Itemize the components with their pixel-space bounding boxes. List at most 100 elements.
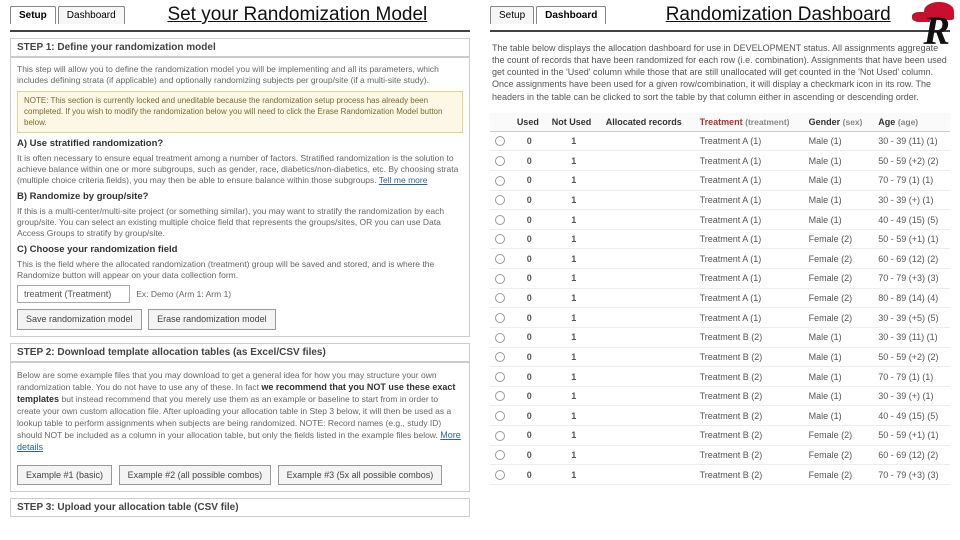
right-panel: R Setup Dashboard Randomization Dashboar… bbox=[480, 0, 960, 540]
row-used: 0 bbox=[512, 445, 547, 465]
row-gender: Male (1) bbox=[804, 327, 874, 347]
row-treatment: Treatment A (1) bbox=[695, 151, 804, 171]
row-notused: 1 bbox=[547, 170, 601, 190]
row-gender: Male (1) bbox=[804, 190, 874, 210]
row-age: 30 - 39 (+) (1) bbox=[873, 386, 950, 406]
example1-button[interactable]: Example #1 (basic) bbox=[17, 465, 112, 485]
tab-dashboard-right[interactable]: Dashboard bbox=[536, 6, 606, 24]
table-row: 01Treatment B (2)Male (1)40 - 49 (15) (5… bbox=[490, 406, 950, 426]
row-allocated bbox=[601, 406, 695, 426]
step1-note: NOTE: This section is currently locked a… bbox=[17, 91, 463, 133]
step1-a-text: It is often necessary to ensure equal tr… bbox=[17, 153, 463, 186]
row-age: 60 - 69 (12) (2) bbox=[873, 249, 950, 269]
row-used: 0 bbox=[512, 151, 547, 171]
table-row: 01Treatment A (1)Female (2)50 - 59 (+1) … bbox=[490, 229, 950, 249]
step2-head: STEP 2: Download template allocation tab… bbox=[10, 343, 470, 362]
right-title: Randomization Dashboard bbox=[606, 4, 950, 26]
th-blank[interactable] bbox=[490, 113, 512, 132]
erase-model-button[interactable]: Erase randomization model bbox=[148, 309, 276, 329]
example2-button[interactable]: Example #2 (all possible combos) bbox=[119, 465, 272, 485]
row-notused: 1 bbox=[547, 347, 601, 367]
th-treatment[interactable]: Treatment (treatment) bbox=[695, 113, 804, 132]
th-allocated[interactable]: Allocated records bbox=[601, 113, 695, 132]
row-radio[interactable] bbox=[490, 327, 512, 347]
save-model-button[interactable]: Save randomization model bbox=[17, 309, 142, 329]
th-notused[interactable]: Not Used bbox=[547, 113, 601, 132]
row-gender: Male (1) bbox=[804, 386, 874, 406]
row-radio[interactable] bbox=[490, 190, 512, 210]
row-notused: 1 bbox=[547, 327, 601, 347]
dashboard-desc: The table below displays the allocation … bbox=[490, 38, 950, 107]
row-allocated bbox=[601, 327, 695, 347]
row-age: 50 - 59 (+2) (2) bbox=[873, 347, 950, 367]
row-treatment: Treatment A (1) bbox=[695, 288, 804, 308]
row-used: 0 bbox=[512, 190, 547, 210]
row-treatment: Treatment B (2) bbox=[695, 347, 804, 367]
table-row: 01Treatment A (1)Male (1)40 - 49 (15) (5… bbox=[490, 210, 950, 230]
row-treatment: Treatment A (1) bbox=[695, 269, 804, 289]
tab-setup-left[interactable]: Setup bbox=[10, 6, 56, 24]
tab-dashboard-left[interactable]: Dashboard bbox=[58, 6, 125, 24]
row-treatment: Treatment A (1) bbox=[695, 190, 804, 210]
tab-setup-right[interactable]: Setup bbox=[490, 6, 534, 24]
row-gender: Male (1) bbox=[804, 151, 874, 171]
row-notused: 1 bbox=[547, 288, 601, 308]
row-radio[interactable] bbox=[490, 308, 512, 328]
row-treatment: Treatment A (1) bbox=[695, 131, 804, 151]
row-radio[interactable] bbox=[490, 406, 512, 426]
row-notused: 1 bbox=[547, 426, 601, 446]
row-radio[interactable] bbox=[490, 151, 512, 171]
row-treatment: Treatment A (1) bbox=[695, 170, 804, 190]
row-radio[interactable] bbox=[490, 131, 512, 151]
row-radio[interactable] bbox=[490, 288, 512, 308]
row-age: 80 - 89 (14) (4) bbox=[873, 288, 950, 308]
th-age[interactable]: Age (age) bbox=[873, 113, 950, 132]
row-gender: Female (2) bbox=[804, 229, 874, 249]
row-gender: Female (2) bbox=[804, 445, 874, 465]
row-radio[interactable] bbox=[490, 170, 512, 190]
row-radio[interactable] bbox=[490, 445, 512, 465]
th-used[interactable]: Used bbox=[512, 113, 547, 132]
row-allocated bbox=[601, 308, 695, 328]
row-gender: Female (2) bbox=[804, 308, 874, 328]
row-used: 0 bbox=[512, 170, 547, 190]
table-row: 01Treatment B (2)Female (2)60 - 69 (12) … bbox=[490, 445, 950, 465]
tell-me-more-link[interactable]: Tell me more bbox=[379, 175, 428, 185]
table-row: 01Treatment B (2)Female (2)70 - 79 (+3) … bbox=[490, 465, 950, 485]
left-panel: Setup Dashboard Set your Randomization M… bbox=[0, 0, 480, 540]
row-used: 0 bbox=[512, 269, 547, 289]
table-row: 01Treatment A (1)Female (2)60 - 69 (12) … bbox=[490, 249, 950, 269]
row-age: 30 - 39 (11) (1) bbox=[873, 131, 950, 151]
row-gender: Male (1) bbox=[804, 210, 874, 230]
row-allocated bbox=[601, 249, 695, 269]
randomization-field-select[interactable]: treatment (Treatment) bbox=[17, 285, 130, 303]
table-row: 01Treatment B (2)Male (1)50 - 59 (+2) (2… bbox=[490, 347, 950, 367]
row-radio[interactable] bbox=[490, 347, 512, 367]
row-radio[interactable] bbox=[490, 210, 512, 230]
row-treatment: Treatment A (1) bbox=[695, 229, 804, 249]
step1-c-head: C) Choose your randomization field bbox=[17, 244, 463, 257]
th-gender[interactable]: Gender (sex) bbox=[804, 113, 874, 132]
row-radio[interactable] bbox=[490, 386, 512, 406]
row-notused: 1 bbox=[547, 308, 601, 328]
row-notused: 1 bbox=[547, 465, 601, 485]
row-radio[interactable] bbox=[490, 269, 512, 289]
th-treatment-label: Treatment bbox=[700, 117, 743, 127]
row-radio[interactable] bbox=[490, 465, 512, 485]
row-radio[interactable] bbox=[490, 249, 512, 269]
th-age-code: (age) bbox=[898, 117, 918, 127]
row-radio[interactable] bbox=[490, 229, 512, 249]
example3-button[interactable]: Example #3 (5x all possible combos) bbox=[278, 465, 443, 485]
row-treatment: Treatment A (1) bbox=[695, 249, 804, 269]
row-used: 0 bbox=[512, 347, 547, 367]
step3-head: STEP 3: Upload your allocation table (CS… bbox=[10, 498, 470, 517]
step1-b-text: If this is a multi-center/multi-site pro… bbox=[17, 206, 463, 239]
row-radio[interactable] bbox=[490, 367, 512, 387]
row-treatment: Treatment A (1) bbox=[695, 308, 804, 328]
row-age: 30 - 39 (+) (1) bbox=[873, 190, 950, 210]
form-hint: Ex: Demo (Arm 1: Arm 1) bbox=[136, 289, 231, 300]
step1-a-head: A) Use stratified randomization? bbox=[17, 138, 463, 151]
row-treatment: Treatment B (2) bbox=[695, 426, 804, 446]
row-radio[interactable] bbox=[490, 426, 512, 446]
row-allocated bbox=[601, 170, 695, 190]
